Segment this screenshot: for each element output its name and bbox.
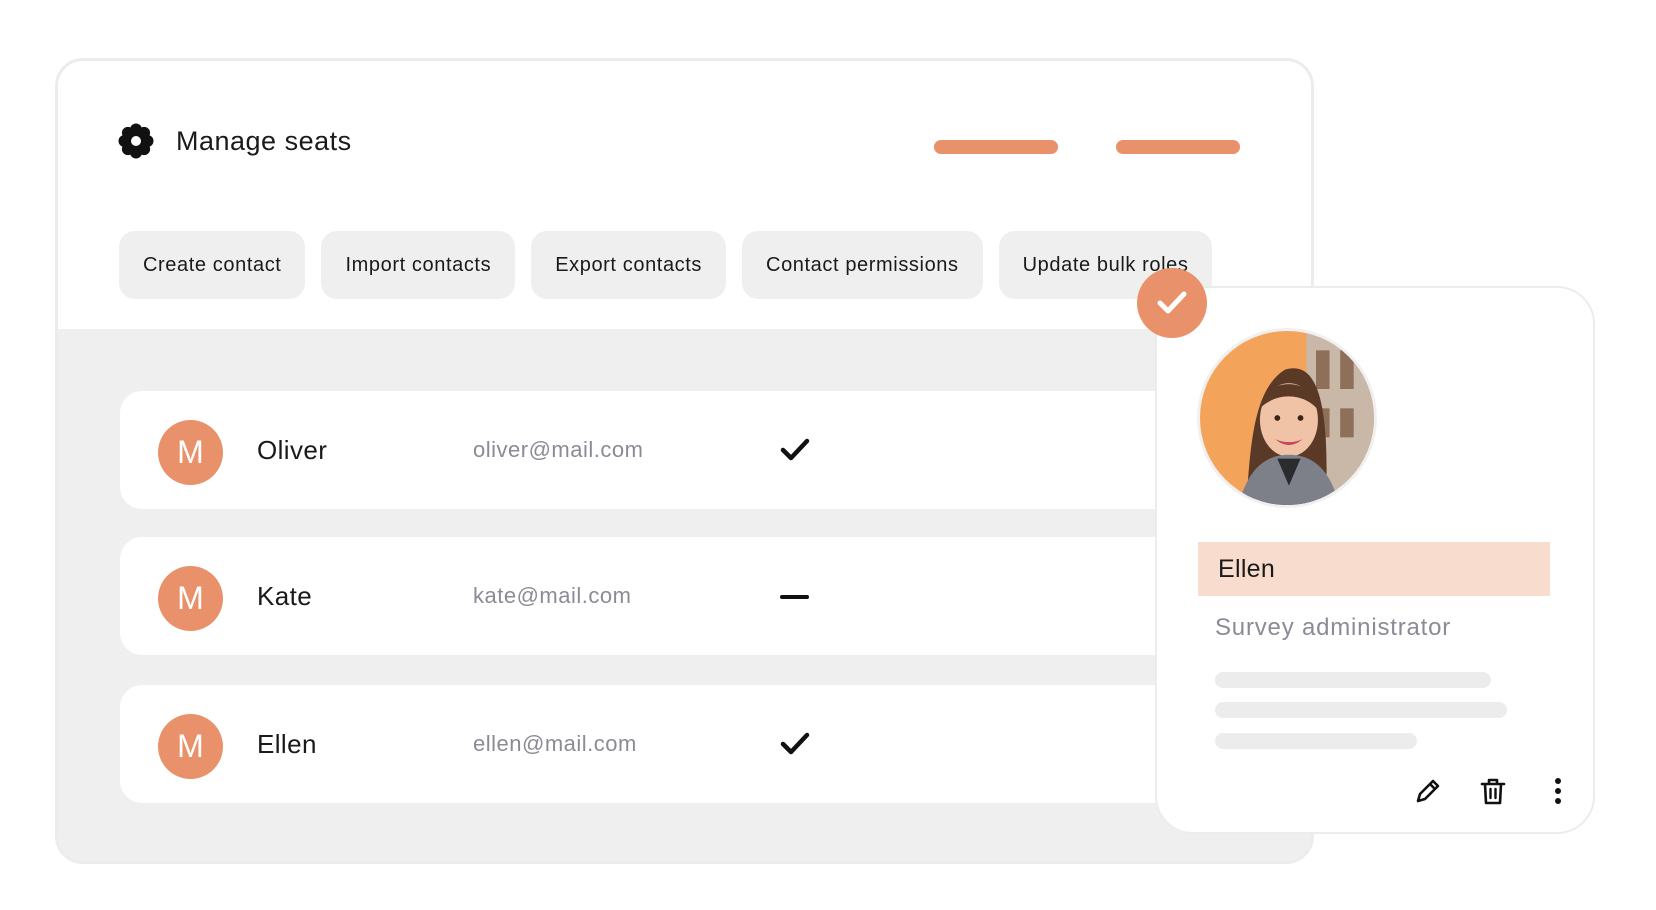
placeholder-line bbox=[1215, 672, 1491, 688]
profile-card[interactable]: Ellen Survey administrator bbox=[1155, 286, 1595, 834]
manage-seats-panel: Manage seats Create contact Import conta… bbox=[55, 58, 1314, 864]
avatar: M bbox=[158, 420, 223, 485]
trash-icon[interactable] bbox=[1476, 774, 1510, 808]
placeholder-line bbox=[1215, 702, 1507, 718]
contact-name: Oliver bbox=[257, 435, 328, 465]
placeholder-line bbox=[1215, 733, 1417, 749]
check-circle-icon bbox=[1137, 268, 1207, 338]
page-title: Manage seats bbox=[176, 125, 352, 156]
contact-email: ellen@mail.com bbox=[473, 731, 637, 756]
contact-row[interactable]: M Oliver oliver@mail.com bbox=[120, 391, 1270, 509]
gear-icon[interactable] bbox=[118, 123, 154, 159]
edit-icon[interactable] bbox=[1411, 774, 1445, 808]
contact-permissions-button[interactable]: Contact permissions bbox=[742, 231, 983, 299]
profile-role: Survey administrator bbox=[1215, 614, 1452, 641]
contact-email: kate@mail.com bbox=[473, 583, 632, 608]
check-icon bbox=[780, 438, 810, 461]
contact-email: oliver@mail.com bbox=[473, 437, 644, 462]
avatar: M bbox=[158, 714, 223, 779]
export-contacts-button[interactable]: Export contacts bbox=[531, 231, 727, 299]
contact-name: Ellen bbox=[257, 729, 317, 759]
create-contact-button[interactable]: Create contact bbox=[119, 231, 306, 299]
profile-photo bbox=[1197, 328, 1377, 508]
toolbar: Create contact Import contacts Export co… bbox=[119, 231, 1213, 299]
header-placeholder-bar bbox=[1116, 140, 1240, 154]
contact-row[interactable]: M Ellen ellen@mail.com bbox=[120, 685, 1270, 803]
import-contacts-button[interactable]: Import contacts bbox=[321, 231, 516, 299]
more-vertical-icon[interactable] bbox=[1541, 774, 1575, 808]
contact-row[interactable]: M Kate kate@mail.com bbox=[120, 537, 1270, 655]
panel-header: Manage seats bbox=[118, 123, 352, 159]
avatar: M bbox=[158, 566, 223, 631]
header-placeholder-bar bbox=[934, 140, 1058, 154]
dash-icon bbox=[780, 595, 809, 599]
person-photo-icon bbox=[1200, 331, 1374, 505]
check-icon bbox=[780, 732, 810, 755]
contact-name: Kate bbox=[257, 581, 313, 611]
profile-name: Ellen bbox=[1198, 542, 1550, 596]
